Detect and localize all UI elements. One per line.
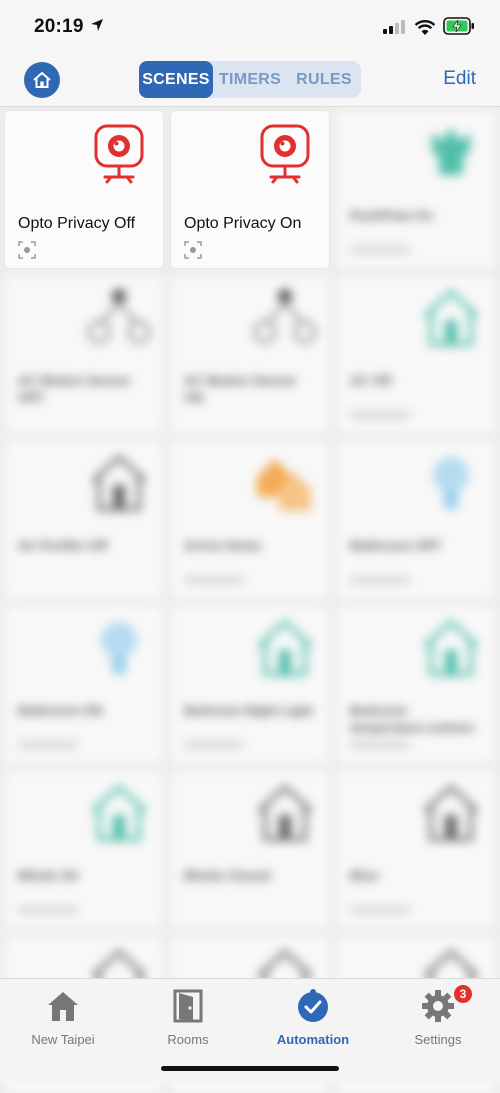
house-icon: [423, 289, 479, 346]
scene-title: Blinds Sit: [18, 868, 78, 883]
tab-rooms[interactable]: Rooms: [138, 989, 238, 1047]
tab-label: Rooms: [167, 1032, 209, 1047]
house-icon: [257, 784, 313, 841]
scene-title: Bathroom ON: [18, 703, 103, 718]
scene-card[interactable]: AC Motion Sensor OFF: [5, 276, 163, 433]
home-indicator[interactable]: [161, 1066, 339, 1071]
network-icon: [253, 289, 317, 344]
wifi-icon: [414, 20, 436, 35]
scene-card[interactable]: Blue: [337, 771, 495, 928]
automation-icon: [298, 989, 328, 1022]
house-icon: [91, 784, 147, 841]
cellular-signal-icon: [383, 20, 405, 34]
scene-subtitle: [184, 741, 244, 749]
scene-title: Arrive Home: [184, 538, 262, 553]
scene-title: Bathroom OFF: [350, 538, 441, 553]
scene-title: Opto Privacy On: [184, 215, 302, 232]
tab-label: New Taipei: [31, 1032, 95, 1047]
scene-card[interactable]: Bathroom ON: [5, 606, 163, 763]
bulb-icon: [433, 457, 469, 509]
house-icon: [91, 454, 147, 511]
status-time: 20:19: [34, 16, 84, 37]
tab-label: Settings: [414, 1032, 462, 1047]
tab-rules[interactable]: RULES: [287, 61, 361, 98]
scene-subtitle: [350, 906, 410, 914]
location-arrow-icon: [91, 19, 103, 31]
scene-subtitle: [18, 906, 78, 914]
camera-icon: [260, 124, 310, 184]
edit-button[interactable]: Edit: [443, 68, 476, 90]
bulb-icon: [101, 622, 137, 674]
scene-card[interactable]: Bedroom temperature actions: [337, 606, 495, 763]
house-icon: [423, 619, 479, 676]
gear-icon: [422, 990, 454, 1022]
camera-icon: [94, 124, 144, 184]
scene-subtitle: [184, 576, 244, 584]
house-icon: [423, 784, 479, 841]
house-icon: [33, 72, 51, 88]
plant-icon: [431, 127, 471, 175]
scene-title: AC Off: [350, 373, 392, 388]
scene-title: Blinds Closed: [184, 868, 271, 883]
scene-subtitle: [350, 576, 410, 584]
scene-card[interactable]: AC Motion Sensor ON: [171, 276, 329, 433]
scene-card[interactable]: Bedroom Night Light: [171, 606, 329, 763]
scene-title: Blue: [350, 868, 379, 883]
network-icon: [87, 289, 151, 344]
scene-focus-icon: [184, 241, 202, 259]
scene-card[interactable]: Blinds Sit: [5, 771, 163, 928]
door-icon: [173, 989, 203, 1023]
tab-label: Automation: [276, 1032, 350, 1047]
scene-title: AC Motion Sensor OFF: [18, 373, 131, 405]
scene-card[interactable]: Air Purifier Off: [5, 441, 163, 598]
settings-badge: 3: [454, 985, 472, 1003]
scene-subtitle: [350, 411, 410, 419]
scene-subtitle: [350, 246, 410, 254]
scene-card[interactable]: AC Off: [337, 276, 495, 433]
status-bar: 20:19: [0, 0, 500, 56]
scene-title: AC Motion Sensor ON: [184, 373, 297, 405]
scene-card[interactable]: Opto Privacy Off: [5, 111, 163, 268]
scene-subtitle: [18, 741, 78, 749]
scene-card[interactable]: Bathroom OFF: [337, 441, 495, 598]
tab-settings[interactable]: Settings: [388, 989, 488, 1047]
arrive-home-icon: [257, 459, 311, 511]
scene-focus-icon: [18, 241, 36, 259]
scene-card[interactable]: PushFlow On: [337, 111, 495, 268]
battery-charging-icon: [443, 17, 474, 35]
scene-card[interactable]: Blinds Closed: [171, 771, 329, 928]
scene-title: Bedroom Night Light: [184, 703, 314, 718]
scene-title: Bedroom temperature actions: [350, 703, 475, 735]
tab-automation[interactable]: Automation: [263, 989, 363, 1047]
scene-subtitle: [350, 741, 410, 749]
segmented-control: SCENES TIMERS RULES: [139, 61, 361, 98]
scene-card[interactable]: Opto Privacy On: [171, 111, 329, 268]
tab-new-taipei[interactable]: New Taipei: [13, 989, 113, 1047]
tab-timers[interactable]: TIMERS: [213, 61, 287, 98]
scene-title: Air Purifier Off: [18, 538, 108, 553]
scene-card[interactable]: Arrive Home: [171, 441, 329, 598]
tab-scenes[interactable]: SCENES: [139, 61, 213, 98]
scene-title: PushFlow On: [350, 208, 434, 223]
house-icon: [48, 992, 78, 1021]
scene-title: Opto Privacy Off: [18, 215, 136, 232]
home-button[interactable]: [24, 62, 60, 98]
top-navigation: SCENES TIMERS RULES Edit: [0, 56, 500, 107]
scenes-grid: Opto Privacy Off Opto Privacy On PushFlo…: [5, 111, 497, 1093]
house-icon: [257, 619, 313, 676]
